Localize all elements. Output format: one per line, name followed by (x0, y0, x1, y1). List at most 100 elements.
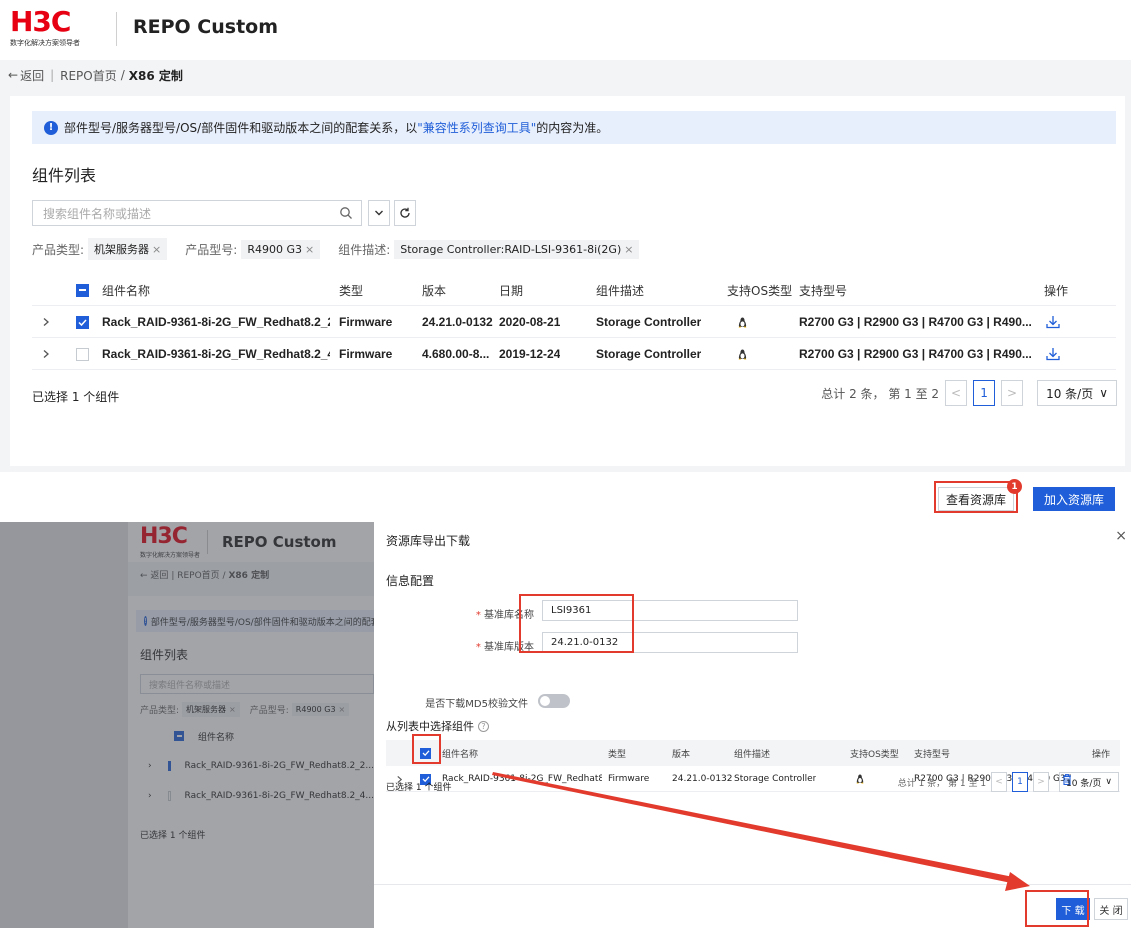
highlight-box (519, 594, 634, 653)
page-size-select[interactable]: 10 条/页 ∨ (1037, 380, 1117, 406)
row-date: 2020-08-21 (499, 315, 561, 329)
next-page-button[interactable]: > (1033, 772, 1050, 792)
filter-chip[interactable]: 机架服务器 × (88, 238, 168, 260)
table-header: 组件名称 类型 版本 日期 组件描述 支持OS类型 支持型号 操作 (32, 274, 1116, 306)
back-link[interactable]: 返回 (20, 67, 44, 84)
refresh-button[interactable] (394, 200, 416, 226)
row-checkbox[interactable] (76, 306, 89, 338)
app-header: H3C 数字化解决方案领导者 REPO Custom (0, 0, 1131, 60)
chevron-down-icon: ∨ (1105, 777, 1112, 787)
active-filters: 产品类型: 机架服务器 × 产品型号: R4900 G3 × 组件描述: Stora… (32, 238, 657, 260)
expand-icon[interactable] (42, 306, 50, 338)
filter-dropdown-button[interactable] (368, 200, 390, 226)
filter-chip-value: R4900 G3 (247, 242, 302, 256)
prev-page-button[interactable]: < (991, 772, 1008, 792)
close-icon[interactable]: × (624, 243, 633, 256)
search-icon[interactable] (339, 206, 353, 220)
filter-chip-value: 机架服务器 (94, 243, 150, 256)
list-section-title: 从列表中选择组件 ? (386, 718, 489, 734)
filter-label: 产品型号: (185, 242, 238, 257)
table-row[interactable]: Rack_RAID-9361-8i-2G_FW_Redhat8.2_2... F… (32, 306, 1116, 338)
filter-label: 产品类型: (32, 242, 85, 257)
search-input[interactable]: 搜索组件名称或描述 (32, 200, 362, 226)
row-date: 2019-12-24 (499, 347, 561, 361)
linux-icon (856, 766, 864, 792)
col-desc: 组件描述 (734, 749, 771, 760)
selected-count: 已选择 1 个组件 (386, 783, 452, 793)
notice-text: 部件型号/服务器型号/OS/部件固件和驱动版本之间的配套关系，以 (64, 121, 418, 135)
next-page-button[interactable]: > (1001, 380, 1024, 406)
close-button[interactable]: 关 闭 (1094, 898, 1128, 920)
check-icon (76, 315, 89, 329)
table-row[interactable]: Rack_RAID-9361-8i-2G_FW_Redhat8.2_4... F… (32, 338, 1116, 370)
md5-label: 是否下载MD5校验文件 (425, 699, 528, 710)
add-repo-label: 加入资源库 (1043, 492, 1104, 507)
modal-pagination: 总计 1 条， 第 1 至 1 < 1 > 10 条/页 ∨ (898, 772, 1119, 792)
linux-icon (738, 338, 747, 370)
compat-tool-link[interactable]: "兼容性系列查询工具" (417, 119, 536, 136)
col-action: 操作 (1092, 749, 1111, 760)
col-os: 支持OS类型 (850, 749, 899, 760)
section-title: 组件列表 (32, 166, 97, 185)
background-app: H3C 数字化解决方案领导者 REPO Custom ← 返回 | REPO首页… (0, 522, 374, 928)
row-type: Firmware (339, 315, 393, 329)
md5-toggle[interactable] (538, 694, 570, 708)
col-os: 支持OS类型 (727, 283, 793, 298)
filter-chip[interactable]: Storage Controller:RAID-LSI-9361-8i(2G) × (394, 239, 640, 259)
app-title: REPO Custom (133, 16, 279, 38)
info-icon: ! (44, 120, 58, 135)
expand-icon[interactable] (42, 338, 50, 370)
help-icon[interactable]: ? (478, 720, 489, 732)
add-repo-button[interactable]: 加入资源库 (1033, 487, 1115, 511)
breadcrumb-current: X86 定制 (128, 68, 183, 83)
row-name: Rack_RAID-9361-8i-2G_FW_Redhat8.... (442, 774, 602, 784)
col-type: 类型 (339, 283, 364, 298)
row-type: Firmware (608, 774, 650, 784)
modal-backdrop[interactable] (0, 522, 374, 928)
col-version: 版本 (672, 749, 691, 760)
download-icon[interactable] (1046, 306, 1060, 338)
select-all-checkbox[interactable] (76, 274, 89, 306)
indeterminate-icon (76, 283, 89, 297)
checkbox-empty (76, 347, 89, 361)
breadcrumb-divider: | (50, 68, 55, 82)
back-arrow-icon[interactable]: ← (8, 68, 18, 82)
close-icon[interactable]: × (1115, 528, 1127, 544)
filter-chip-value: Storage Controller:RAID-LSI-9361-8i(2G) (400, 242, 622, 256)
export-download-modal: 资源库导出下载 × 信息配置 * 基准库名称 LSI9361 * 基准库版本 2… (374, 522, 1131, 928)
page-size-value: 10 条/页 (1046, 386, 1094, 401)
modal-footer-divider (374, 884, 1131, 885)
page-size-value: 10 条/页 (1066, 778, 1102, 789)
page-number[interactable]: 1 (1012, 772, 1029, 792)
config-section-title: 信息配置 (386, 574, 435, 588)
download-icon[interactable] (1046, 338, 1060, 370)
col-name: 组件名称 (442, 749, 479, 760)
logo-word: H3C (10, 5, 71, 38)
row-desc: Storage Controller (596, 347, 702, 361)
close-icon[interactable]: × (152, 243, 161, 256)
page-number[interactable]: 1 (973, 380, 996, 406)
breadcrumb-separator: / (120, 68, 125, 82)
col-date: 日期 (499, 283, 524, 298)
bottom-screenshot: H3C 数字化解决方案领导者 REPO Custom ← 返回 | REPO首页… (0, 522, 1131, 928)
top-screenshot: H3C 数字化解决方案领导者 REPO Custom ← 返回 | REPO首页… (0, 0, 1131, 472)
close-icon[interactable]: × (305, 243, 314, 256)
page-size-select[interactable]: 10 条/页 ∨ (1059, 772, 1119, 792)
breadcrumb-home[interactable]: REPO首页 (60, 67, 117, 84)
col-type: 类型 (608, 749, 627, 760)
col-action: 操作 (1044, 283, 1069, 298)
modal-table-header: 组件名称 类型 版本 组件描述 支持OS类型 支持型号 操作 (386, 740, 1120, 766)
filter-label: 组件描述: (338, 242, 391, 257)
filter-chip[interactable]: R4900 G3 × (241, 239, 321, 259)
list-title-text: 从列表中选择组件 (386, 720, 474, 733)
row-name: Rack_RAID-9361-8i-2G_FW_Redhat8.2_4... (102, 347, 330, 361)
modal-title: 资源库导出下载 (386, 534, 471, 548)
row-models: R2700 G3 | R2900 G3 | R4700 G3 | R490... (799, 347, 1032, 361)
row-version: 4.680.00-8... (422, 347, 490, 361)
repo-version-label: * 基准库版本 (475, 642, 534, 653)
row-desc: Storage Controller (596, 315, 702, 329)
component-table: 组件名称 类型 版本 日期 组件描述 支持OS类型 支持型号 操作 Rack_R… (32, 274, 1116, 370)
prev-page-button[interactable]: < (945, 380, 968, 406)
row-checkbox[interactable] (76, 338, 89, 370)
compat-notice: ! 部件型号/服务器型号/OS/部件固件和驱动版本之间的配套关系，以 "兼容性系… (32, 111, 1116, 144)
